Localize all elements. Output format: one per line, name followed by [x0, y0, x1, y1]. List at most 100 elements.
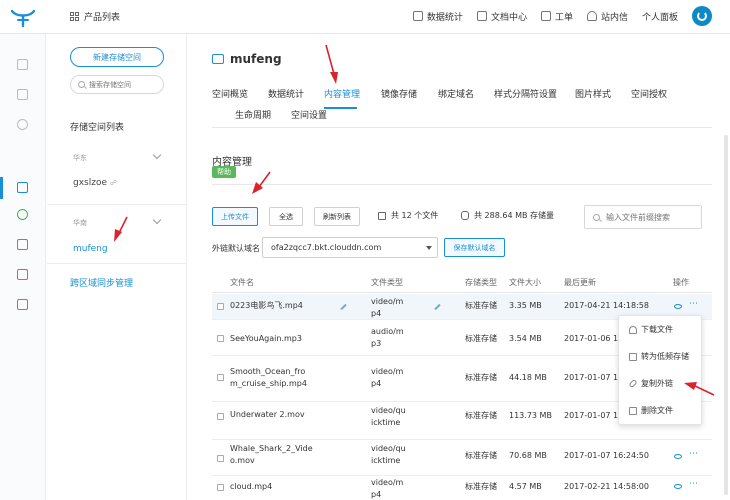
tab-content-management[interactable]: 内容管理 [324, 87, 360, 100]
nav-data-stats[interactable]: 数据统计 [412, 10, 463, 23]
storage-type: 标准存储 [465, 451, 497, 460]
clock-icon[interactable] [17, 119, 28, 130]
file-count: 共 12 个文件 [378, 210, 438, 221]
file-size: 4.57 MB [509, 482, 542, 491]
bucket-label: gxslzoe [73, 178, 107, 188]
storage-type: 标准存储 [465, 411, 497, 420]
row-checkbox[interactable] [217, 335, 224, 342]
qiniu-logo-icon[interactable] [10, 8, 36, 28]
storage-total: 共 288.64 MB 存储量 [461, 210, 554, 221]
row-checkbox[interactable] [217, 484, 224, 491]
file-type: video/quicktime [371, 444, 406, 465]
nav-label: 工单 [554, 12, 573, 23]
file-name[interactable]: SeeYouAgain.mp3 [230, 333, 322, 345]
tab-style-separator[interactable]: 样式分隔符设置 [494, 87, 557, 100]
file-name[interactable]: Whale_Shark_2_Video.mov [230, 443, 314, 467]
file-name[interactable]: cloud.mp4 [230, 481, 322, 493]
file-type: video/quicktime [371, 406, 406, 427]
col-header: 操作 [673, 278, 689, 287]
file-name[interactable]: Smooth_Ocean_from_cruise_ship.mp4 [230, 366, 312, 390]
sidebar-bucket-gxslzoe[interactable]: gxslzoe ☍ [73, 178, 117, 188]
chevron-down-icon[interactable] [152, 150, 162, 160]
row-checkbox[interactable] [217, 455, 224, 462]
file-search-input[interactable] [606, 212, 698, 222]
edit-icon[interactable] [434, 303, 441, 311]
grid-icon [70, 12, 79, 21]
nav-docs[interactable]: 文档中心 [476, 10, 527, 23]
file-size: 3.54 MB [509, 334, 542, 343]
scrollbar[interactable] [724, 135, 728, 495]
video-icon[interactable] [17, 239, 28, 250]
product-list-button[interactable]: 产品列表 [70, 10, 120, 23]
more-icon[interactable]: ⋯ [689, 449, 698, 459]
active-tab-underline [324, 107, 357, 109]
image-icon[interactable] [17, 269, 28, 280]
bucket-search-input[interactable] [89, 80, 159, 89]
file-size: 70.68 MB [509, 451, 547, 460]
more-icon[interactable]: ⋯ [689, 299, 698, 309]
menu-item-convert-low-freq[interactable]: 转为低频存储 [629, 351, 689, 362]
tab-space-auth[interactable]: 空间授权 [631, 87, 667, 100]
last-updated: 2017-02-21 14:58:00 [564, 482, 649, 491]
power-icon[interactable] [692, 6, 712, 26]
col-header[interactable]: 文件名 [230, 277, 254, 288]
nav-personal-panel[interactable]: 个人面板 [642, 10, 678, 23]
database-icon [461, 211, 469, 220]
save-default-domain-button[interactable]: 保存默认域名 [444, 238, 505, 257]
preview-icon[interactable] [674, 484, 682, 489]
row-checkbox[interactable] [217, 303, 224, 310]
table-row[interactable]: Whale_Shark_2_Video.mov video/quicktime … [212, 441, 712, 476]
ticket-icon [540, 11, 551, 21]
media-icon[interactable] [17, 209, 28, 220]
top-nav: 数据统计 文档中心 工单 站内信 个人面板 [412, 6, 712, 26]
refresh-list-button[interactable]: 刷新列表 [314, 207, 360, 226]
storage-type: 标准存储 [465, 301, 497, 310]
menu-item-download[interactable]: 下载文件 [629, 324, 673, 335]
row-checkbox[interactable] [217, 374, 224, 381]
nav-tickets[interactable]: 工单 [540, 10, 573, 23]
sidebar-bucket-mufeng[interactable]: mufeng [73, 244, 108, 254]
tab-overview[interactable]: 空间概览 [212, 87, 248, 100]
col-header[interactable]: 文件类型 [371, 277, 403, 288]
tab-lifecycle[interactable]: 生命周期 [235, 108, 271, 121]
file-name[interactable]: 0223电影鸟飞.mp4 [230, 300, 322, 312]
edit-icon[interactable] [340, 303, 347, 311]
storage-type: 标准存储 [465, 334, 497, 343]
cdn-icon[interactable] [17, 89, 28, 100]
file-name[interactable]: Underwater 2.mov [230, 409, 322, 421]
menu-item-copy-link[interactable]: 复制外链 [628, 378, 673, 389]
file-prefix-search[interactable] [584, 205, 702, 229]
table-row[interactable]: cloud.mp4 video/mp4 标准存储 4.57 MB 2017-02… [212, 477, 712, 500]
default-domain-select[interactable]: ofa2zqcc7.bkt.clouddn.com [262, 237, 438, 258]
tab-space-settings[interactable]: 空间设置 [291, 108, 327, 121]
storage-type: 标准存储 [465, 482, 497, 491]
cross-region-sync-link[interactable]: 跨区域同步管理 [70, 276, 133, 289]
col-header[interactable]: 存储类型 [465, 277, 497, 288]
lock-icon: ☍ [109, 179, 117, 187]
new-bucket-button[interactable]: 新建存储空间 [70, 47, 164, 67]
upload-file-button[interactable]: 上传文件 [212, 207, 258, 226]
tab-bind-domain[interactable]: 绑定域名 [438, 87, 474, 100]
preview-icon[interactable] [674, 454, 682, 459]
more-icon[interactable]: ⋯ [689, 479, 698, 489]
dashboard-icon[interactable] [17, 59, 28, 70]
select-all-button[interactable]: 全选 [269, 207, 303, 226]
tab-image-style[interactable]: 图片样式 [575, 87, 611, 100]
menu-item-delete[interactable]: 删除文件 [629, 405, 673, 416]
bucket-search[interactable] [70, 75, 164, 94]
app-icon[interactable] [17, 299, 28, 310]
col-header[interactable]: 文件大小 [509, 277, 541, 288]
col-header[interactable]: 最后更新 [564, 277, 596, 288]
tab-mirror-storage[interactable]: 镜像存储 [381, 87, 417, 100]
preview-icon[interactable] [674, 304, 682, 309]
convert-icon [629, 352, 637, 361]
help-badge[interactable]: 帮助 [212, 166, 236, 178]
row-checkbox[interactable] [217, 413, 224, 420]
file-type: video/mp4 [371, 478, 404, 499]
nav-messages[interactable]: 站内信 [586, 10, 628, 23]
tab-data-stats[interactable]: 数据统计 [268, 87, 304, 100]
region-label: 华南 [73, 219, 87, 227]
nav-label: 个人面板 [641, 12, 678, 23]
chevron-down-icon[interactable] [152, 215, 162, 225]
storage-icon[interactable] [17, 182, 28, 193]
